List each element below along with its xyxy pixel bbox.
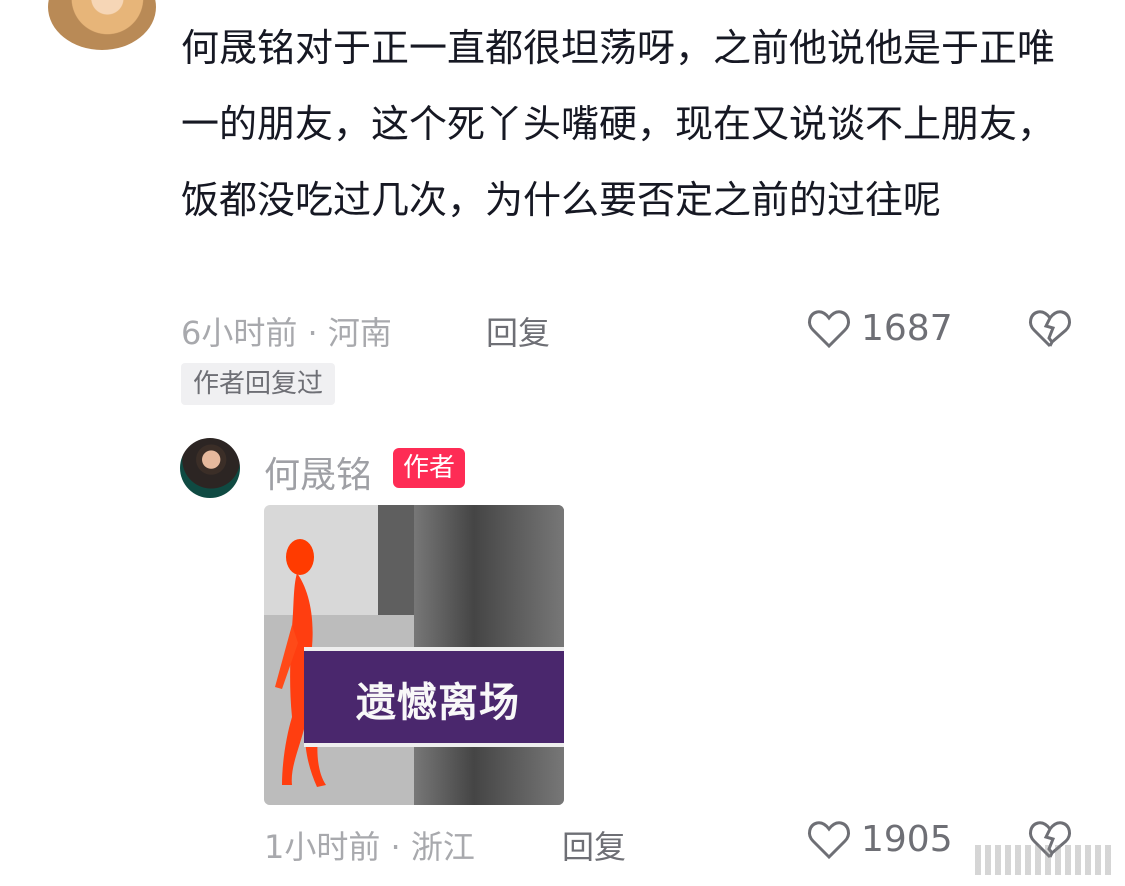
comment-text: 何晟铭对于正一直都很坦荡呀，之前他说他是于正唯一的朋友，这个死丫头嘴硬，现在又说… — [181, 26, 1056, 222]
comment-like-count: 1687 — [861, 307, 953, 349]
heart-icon — [808, 310, 850, 349]
reply-author-avatar[interactable] — [180, 438, 240, 498]
broken-heart-icon[interactable] — [1026, 304, 1074, 352]
reply-like-button[interactable]: 1905 — [805, 815, 953, 863]
image-caption: 遗憾离场 — [356, 680, 520, 726]
reply-reply-button[interactable]: 回复 — [562, 822, 626, 868]
comment-meta: 6小时前 · 河南 — [181, 314, 392, 352]
commenter-avatar[interactable] — [48, 0, 156, 50]
reply-like-count: 1905 — [861, 818, 953, 860]
reply-image[interactable]: 遗憾离场 — [264, 505, 564, 805]
watermark — [975, 845, 1115, 875]
author-replied-tag: 作者回复过 — [181, 363, 336, 405]
comment-reply-button[interactable]: 回复 — [486, 308, 550, 354]
reply-meta: 1小时前 · 浙江 — [264, 828, 475, 866]
reply-author-name[interactable]: 何晟铭 — [264, 446, 372, 498]
comment-like-button[interactable]: 1687 — [805, 304, 953, 352]
heart-icon — [808, 821, 850, 860]
author-badge: 作者 — [393, 448, 466, 488]
